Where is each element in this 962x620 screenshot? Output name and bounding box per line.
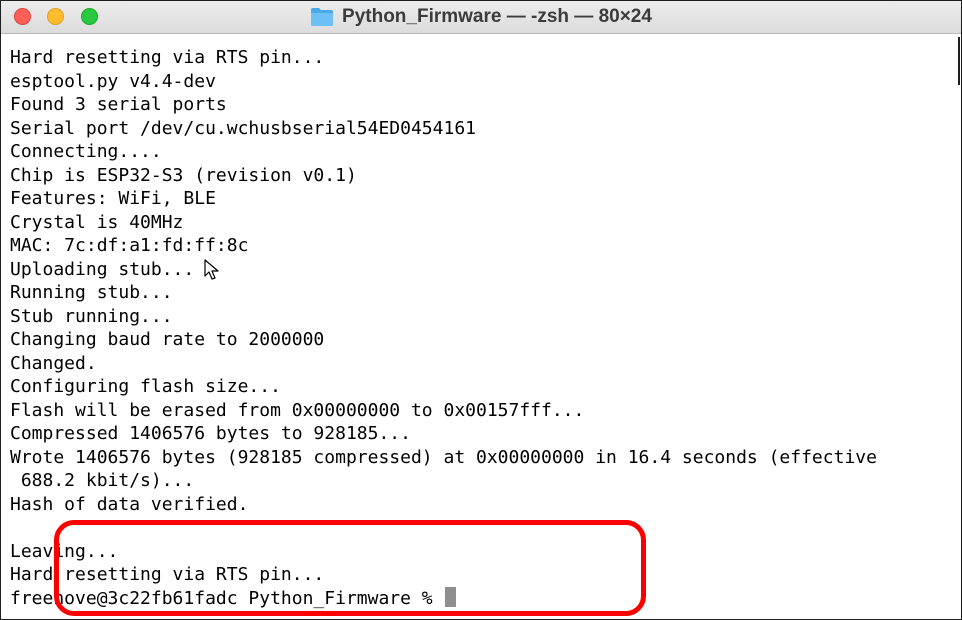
- text-cursor: [445, 586, 457, 607]
- terminal-line: Hard resetting via RTS pin...: [10, 47, 325, 68]
- terminal-line: Wrote 1406576 bytes (928185 compressed) …: [10, 446, 877, 468]
- terminal-line: Features: WiFi, BLE: [10, 188, 216, 209]
- title-wrap: Python_Firmware — -zsh — 80×24: [1, 1, 961, 33]
- terminal-line: Chip is ESP32-S3 (revision v0.1): [10, 164, 357, 186]
- terminal-line: Hash of data verified.: [10, 493, 249, 515]
- terminal-line: Leaving...: [10, 540, 119, 562]
- terminal-line: Compressed 1406576 bytes to 928185...: [10, 423, 411, 444]
- window-title: Python_Firmware — -zsh — 80×24: [342, 6, 652, 27]
- terminal-line: Flash will be erased from 0x00000000 to …: [10, 399, 585, 421]
- terminal-line: Stub running...: [10, 305, 173, 327]
- terminal-line: Hard resetting via RTS pin...: [10, 564, 325, 585]
- terminal-line: Running stub...: [10, 282, 173, 303]
- terminal-line: Changed.: [10, 352, 97, 374]
- terminal-line: MAC: 7c:df:a1:fd:ff:8c: [10, 235, 249, 256]
- terminal-line: Changing baud rate to 2000000: [10, 329, 325, 350]
- terminal-window: Python_Firmware — -zsh — 80×24 Hard rese…: [0, 0, 962, 620]
- terminal-line: Serial port /dev/cu.wchusbserial54ED0454…: [10, 117, 476, 139]
- mouse-pointer-icon: [204, 259, 220, 281]
- terminal-line: 688.2 kbit/s)...: [10, 470, 195, 491]
- folder-icon: [310, 7, 334, 27]
- terminal-line: Crystal is 40MHz: [10, 211, 184, 233]
- terminal-line: Connecting....: [10, 141, 162, 162]
- title-bar[interactable]: Python_Firmware — -zsh — 80×24: [1, 1, 961, 34]
- terminal-line: Uploading stub...: [10, 258, 195, 280]
- terminal-line: esptool.py v4.4-dev: [10, 70, 216, 92]
- terminal-line: Found 3 serial ports: [10, 94, 227, 115]
- prompt-line[interactable]: freenove@3c22fb61fadc Python_Firmware %: [10, 586, 960, 611]
- terminal-output: Hard resetting via RTS pin... esptool.py…: [10, 46, 960, 610]
- terminal-content[interactable]: Hard resetting via RTS pin... esptool.py…: [1, 34, 961, 619]
- terminal-line: Configuring flash size...: [10, 376, 281, 397]
- shell-prompt: freenove@3c22fb61fadc Python_Firmware %: [10, 587, 444, 609]
- scrollbar-thumb[interactable]: [958, 37, 960, 85]
